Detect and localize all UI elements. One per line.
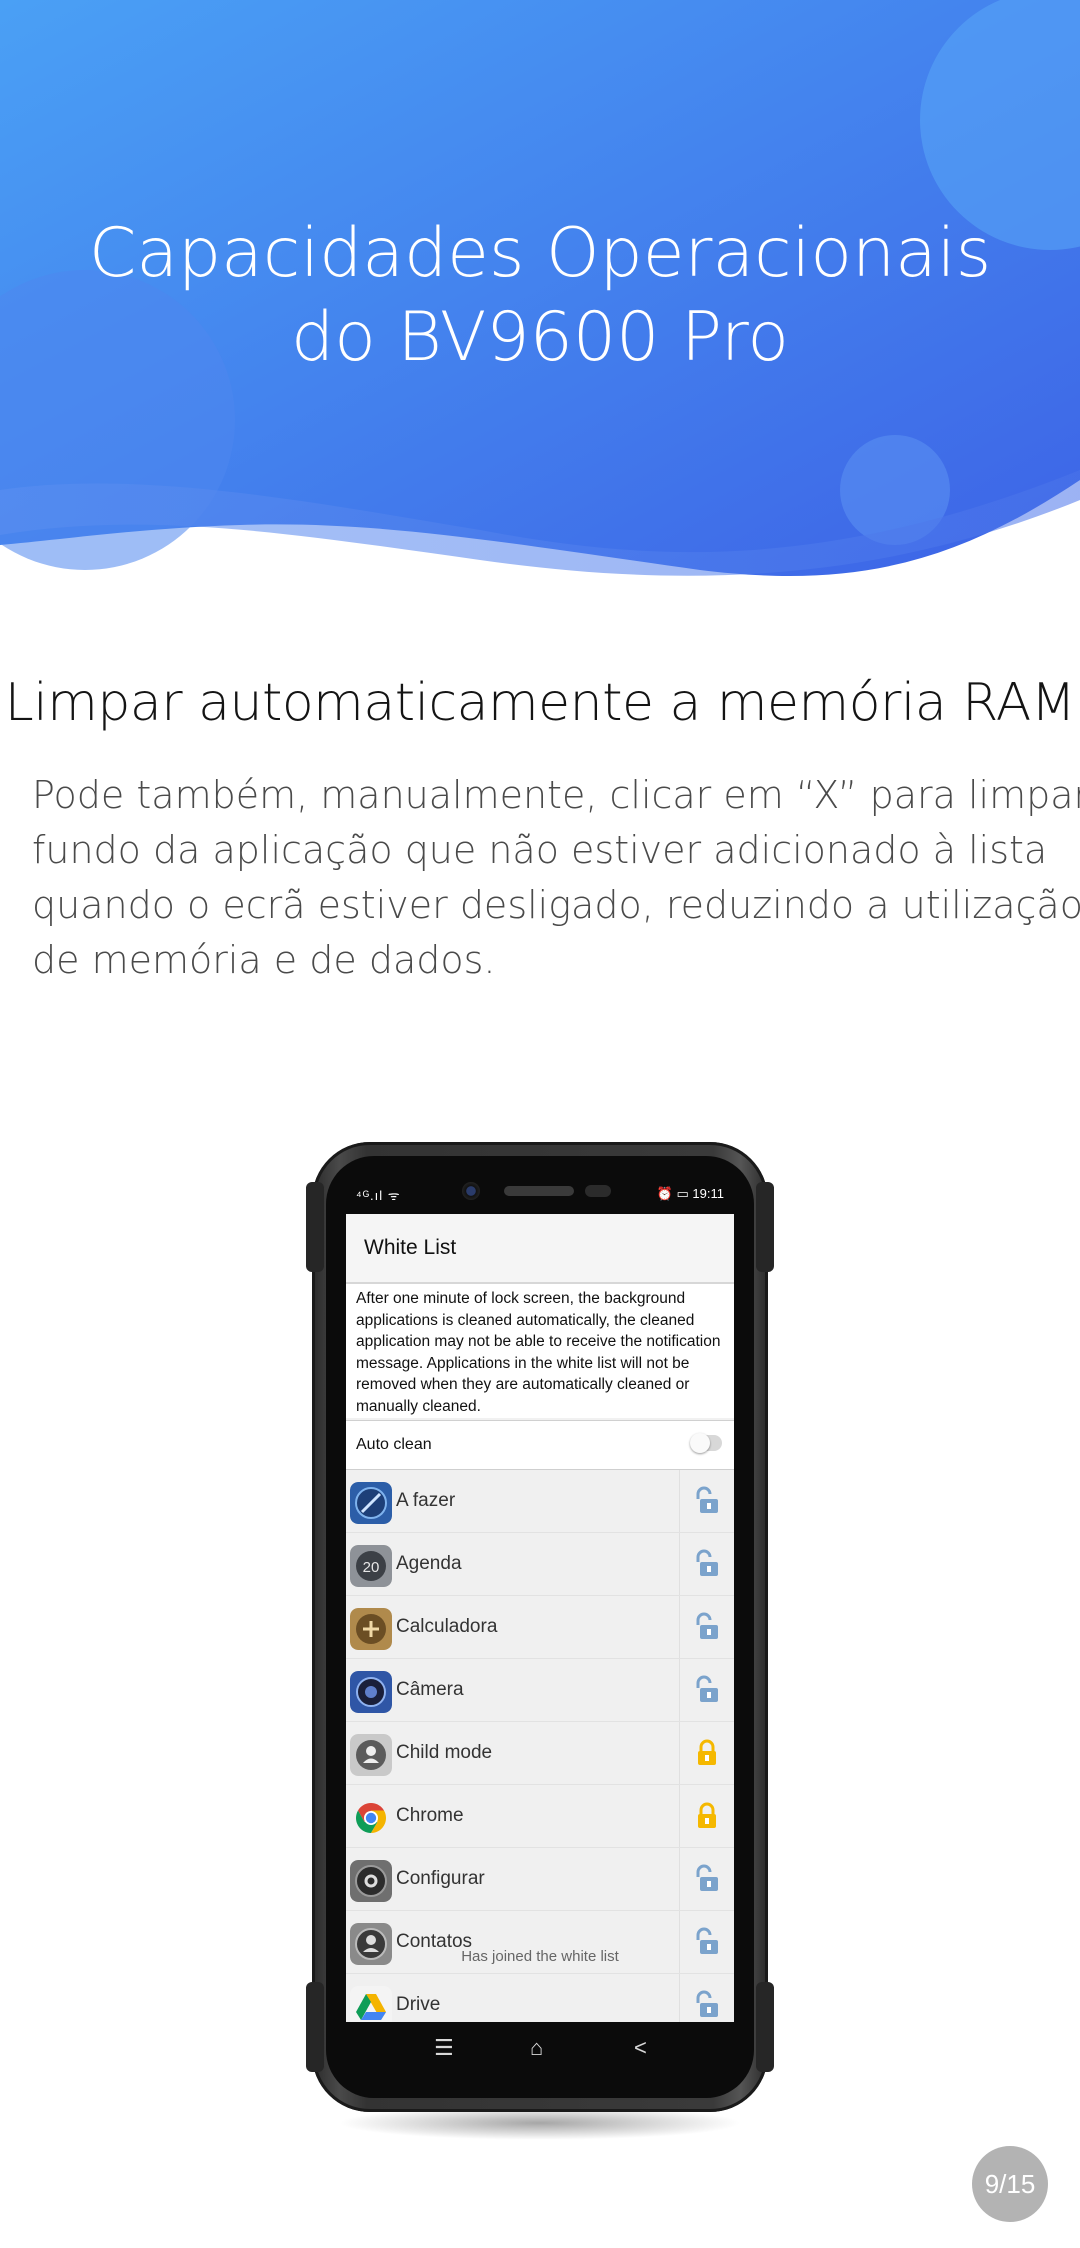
calculator-icon: [350, 1608, 392, 1650]
home-icon[interactable]: ⌂: [530, 2036, 543, 2060]
chrome-icon: [350, 1797, 392, 1839]
section-title: Limpar automaticamente a memória RAM: [4, 673, 1076, 733]
hero-title-line-1: Capacidades Operacionais: [88, 214, 992, 293]
svg-text:20: 20: [363, 1559, 380, 1576]
child-mode-icon: [350, 1734, 392, 1776]
unlocked-icon: [696, 1612, 718, 1639]
bumper: [756, 1982, 774, 2072]
app-name: Agenda: [396, 1553, 462, 1574]
phone-screen: White List After one minute of lock scre…: [346, 1214, 734, 2022]
list-item[interactable]: Child mode: [346, 1722, 734, 1785]
todo-icon: [350, 1482, 392, 1524]
page-indicator: 9/15: [972, 2146, 1048, 2222]
unlocked-icon: [696, 1549, 718, 1576]
lock-toggle[interactable]: [679, 1470, 734, 1532]
locked-icon: [698, 1739, 716, 1765]
lock-toggle[interactable]: [679, 1785, 734, 1847]
screen-title: White List: [364, 1236, 457, 1259]
unlocked-icon: [696, 1675, 718, 1702]
signal-status: ⁴ᴳ.ıl ᯤ: [356, 1188, 401, 1203]
list-item[interactable]: A fazer: [346, 1470, 734, 1533]
proximity-sensor: [585, 1185, 611, 1197]
lock-toggle[interactable]: [679, 1974, 734, 2022]
unlocked-icon: [696, 1486, 718, 1513]
front-camera-icon: [462, 1182, 480, 1200]
unlocked-icon: [696, 1864, 718, 1891]
app-name: A fazer: [396, 1490, 456, 1511]
phone-mockup: ⁴ᴳ.ıl ᯤ ⏰ ▭ 19:11 White List After one m…: [306, 1142, 774, 2112]
list-item[interactable]: Chrome: [346, 1785, 734, 1848]
app-name: Calculadora: [396, 1616, 498, 1637]
app-name: Chrome: [396, 1805, 464, 1826]
list-item[interactable]: Drive: [346, 1974, 734, 2022]
toggle-knob: [690, 1433, 710, 1453]
navigation-bar: ☰ ⌂ <: [346, 2022, 734, 2074]
app-bar: White List: [346, 1214, 734, 1284]
earpiece-speaker: [504, 1186, 574, 1196]
list-item[interactable]: 20 Agenda: [346, 1533, 734, 1596]
bumper: [756, 1182, 774, 1272]
lock-toggle[interactable]: [679, 1848, 734, 1910]
unlocked-icon: [696, 1990, 718, 2017]
camera-icon: [350, 1671, 392, 1713]
calendar-icon: 20: [350, 1545, 392, 1587]
back-icon[interactable]: <: [634, 2036, 647, 2060]
bumper: [306, 1182, 324, 1272]
lock-toggle[interactable]: [679, 1596, 734, 1658]
auto-clean-row[interactable]: Auto clean: [346, 1420, 734, 1471]
description-line: de memória e de dados.: [32, 938, 496, 982]
app-list: A fazer 20 Agenda Calculadora Câmera Chi…: [346, 1470, 734, 2022]
section-description: Pode também, manualmente, clicar em “X” …: [32, 768, 1080, 988]
list-item[interactable]: Câmera: [346, 1659, 734, 1722]
description-line: fundo da aplicação que não estiver adici…: [32, 828, 1048, 872]
description-line: Pode também, manualmente, clicar em “X” …: [32, 773, 1080, 817]
app-name: Child mode: [396, 1742, 493, 1763]
list-item[interactable]: Configurar: [346, 1848, 734, 1911]
auto-clean-label: Auto clean: [356, 1436, 432, 1453]
locked-icon: [698, 1802, 716, 1828]
hero-title-line-2: do BV9600 Pro: [291, 298, 789, 377]
toast-message: Has joined the white list: [461, 1948, 619, 1965]
auto-clean-toggle[interactable]: [690, 1433, 722, 1453]
menu-icon[interactable]: ☰: [434, 2036, 454, 2060]
description-line: quando o ecrã estiver desligado, reduzin…: [32, 883, 1080, 927]
white-list-notice: After one minute of lock screen, the bac…: [346, 1284, 734, 1418]
lock-toggle[interactable]: [679, 1659, 734, 1721]
app-name: Drive: [396, 1994, 441, 2015]
drive-icon: [350, 1986, 392, 2022]
app-name: Configurar: [396, 1868, 485, 1889]
list-item[interactable]: Calculadora: [346, 1596, 734, 1659]
hero-banner: Capacidades Operacionais do BV9600 Pro: [0, 0, 1080, 600]
bumper: [306, 1982, 324, 2072]
phone-frame: ⁴ᴳ.ıl ᯤ ⏰ ▭ 19:11 White List After one m…: [306, 1142, 774, 2112]
lock-toggle[interactable]: [679, 1722, 734, 1784]
clock-status: ⏰ ▭ 19:11: [656, 1186, 724, 1201]
settings-icon: [350, 1860, 392, 1902]
app-name: Câmera: [396, 1679, 464, 1700]
notice-text: After one minute of lock screen, the bac…: [356, 1290, 721, 1415]
lock-toggle[interactable]: [679, 1533, 734, 1595]
